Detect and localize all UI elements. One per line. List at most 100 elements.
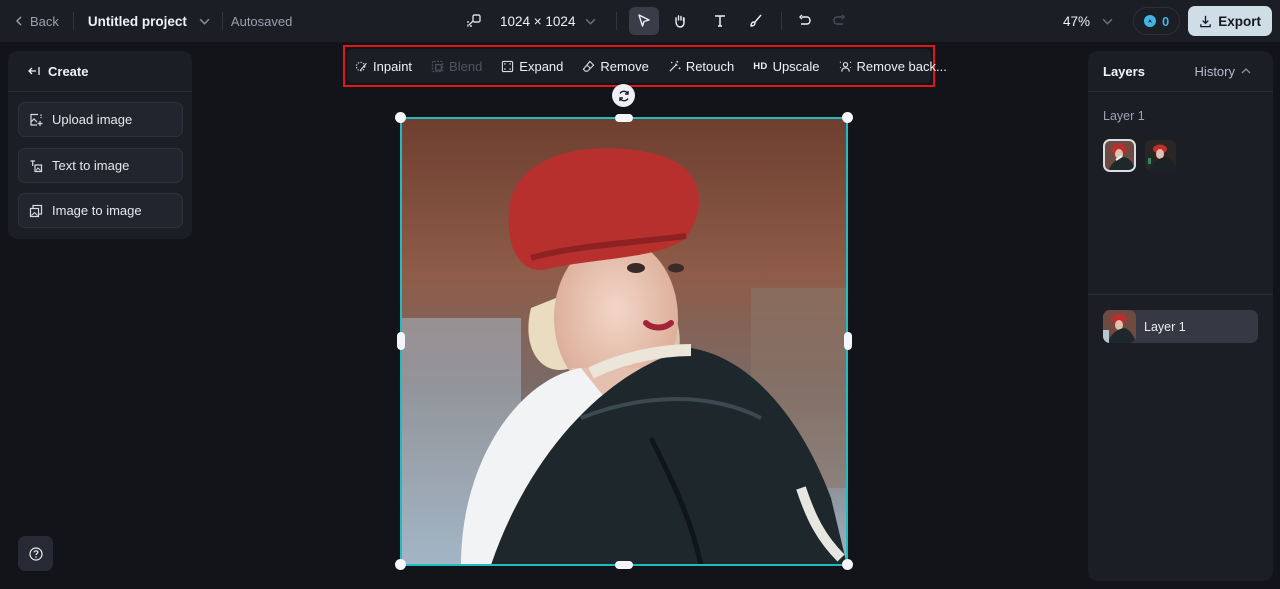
- resize-canvas-button[interactable]: [466, 13, 482, 29]
- chevron-up-icon: [1241, 68, 1251, 74]
- credits-badge[interactable]: 0: [1133, 7, 1181, 35]
- rotate-icon: [618, 90, 629, 101]
- blend-label: Blend: [449, 58, 483, 74]
- brush-tool[interactable]: [741, 7, 771, 35]
- create-panel: Create Upload image Text to image Image …: [8, 51, 192, 239]
- redo-button[interactable]: [824, 7, 854, 35]
- redo-icon: [833, 14, 846, 25]
- collapse-left-icon: [28, 67, 40, 75]
- undo-button[interactable]: [790, 7, 820, 35]
- image-to-image-label: Image to image: [52, 203, 142, 218]
- hd-icon: HD: [753, 60, 768, 72]
- remove-button[interactable]: Remove: [582, 58, 649, 74]
- layer-version-thumbnail[interactable]: [1145, 140, 1176, 171]
- help-button[interactable]: [18, 536, 53, 571]
- selection-box: [400, 117, 848, 566]
- zoom-level: 47%: [1062, 13, 1090, 29]
- upload-image-label: Upload image: [52, 112, 133, 127]
- layer-group-label: Layer 1: [1103, 109, 1145, 123]
- project-name: Untitled project: [87, 13, 187, 29]
- create-panel-title: Create: [48, 63, 89, 79]
- text-to-image-button[interactable]: Text to image: [18, 148, 183, 183]
- chevron-down-icon: [586, 18, 596, 25]
- resize-handle-right[interactable]: [844, 332, 852, 350]
- resize-handle-top-left[interactable]: [395, 112, 406, 123]
- inpaint-icon: [355, 61, 367, 71]
- canvas-size: 1024 × 1024: [500, 13, 576, 29]
- select-tool[interactable]: [629, 7, 660, 35]
- zoom-dropdown[interactable]: 47%: [1063, 14, 1113, 29]
- layer-version-thumbnail[interactable]: [1103, 139, 1136, 172]
- layer-name: Layer 1: [1144, 319, 1186, 334]
- resize-handle-left[interactable]: [397, 332, 405, 350]
- retouch-button[interactable]: Retouch: [668, 59, 734, 74]
- resize-handle-bottom-left[interactable]: [395, 559, 406, 570]
- remove-label: Remove: [600, 58, 649, 74]
- top-bar: Back Untitled project Autosaved 1024 × 1…: [0, 0, 1280, 42]
- undo-icon: [799, 14, 812, 25]
- image-to-image-icon: [29, 204, 43, 217]
- chevron-down-icon: [1102, 18, 1113, 25]
- chevron-down-icon: [199, 18, 210, 25]
- export-button[interactable]: Export: [1188, 6, 1272, 36]
- canvas-size-dropdown[interactable]: 1024 × 1024: [500, 14, 596, 29]
- text-tool[interactable]: [705, 7, 735, 35]
- divider: [781, 12, 783, 30]
- hand-icon: [675, 15, 686, 28]
- resize-icon: [467, 14, 481, 27]
- resize-handle-bottom[interactable]: [615, 561, 633, 569]
- brush-icon: [750, 14, 762, 27]
- back-label: Back: [30, 13, 59, 29]
- text-icon: [715, 15, 726, 27]
- expand-button[interactable]: Expand: [501, 59, 563, 74]
- layers-tab[interactable]: Layers: [1103, 64, 1145, 79]
- image-to-image-button[interactable]: Image to image: [18, 193, 183, 228]
- expand-icon: [502, 60, 514, 72]
- text-to-image-icon: [30, 159, 43, 172]
- divider: [72, 12, 74, 30]
- resize-handle-top-right[interactable]: [842, 112, 853, 123]
- divider: [616, 12, 618, 30]
- blend-icon: [431, 60, 444, 72]
- upload-image-button[interactable]: Upload image: [18, 102, 183, 137]
- blend-button[interactable]: Blend: [431, 59, 482, 74]
- history-toggle[interactable]: History: [1195, 64, 1251, 79]
- thumbnail-image: [1103, 310, 1136, 343]
- chevron-left-icon: [16, 16, 22, 26]
- expand-label: Expand: [519, 58, 564, 74]
- thumbnail-image: [1145, 140, 1176, 171]
- divider: [1088, 294, 1273, 295]
- image-edit-toolbar: Inpaint Blend Expand Remove Retouch HD U…: [343, 45, 947, 87]
- credits-count: 0: [1162, 13, 1170, 29]
- layer-thumbnail: [1103, 310, 1136, 343]
- magic-wand-icon: [669, 60, 681, 72]
- remove-background-button[interactable]: Remove back...: [839, 59, 947, 74]
- layers-panel: Layers History Layer 1 Layer 1: [1088, 51, 1273, 581]
- resize-handle-top[interactable]: [615, 114, 633, 122]
- rotate-handle[interactable]: [612, 84, 635, 107]
- back-button[interactable]: Back: [14, 14, 59, 29]
- inpaint-button[interactable]: Inpaint: [355, 59, 412, 74]
- upscale-label: Upscale: [772, 58, 820, 74]
- retouch-label: Retouch: [685, 58, 735, 74]
- export-label: Export: [1218, 13, 1261, 29]
- upscale-button[interactable]: HD Upscale: [753, 59, 819, 74]
- inpaint-label: Inpaint: [373, 58, 413, 74]
- layer-item[interactable]: Layer 1: [1103, 310, 1258, 343]
- resize-handle-bottom-right[interactable]: [842, 559, 853, 570]
- text-to-image-label: Text to image: [52, 158, 130, 173]
- remove-background-icon: [839, 61, 851, 72]
- upload-image-icon: [30, 113, 43, 126]
- create-panel-header[interactable]: Create: [8, 51, 192, 92]
- thumbnail-image: [1104, 140, 1135, 171]
- remove-background-label: Remove back...: [856, 58, 947, 74]
- cursor-icon: [638, 14, 651, 27]
- project-name-dropdown[interactable]: Untitled project: [88, 14, 210, 29]
- autosave-status: Autosaved: [230, 13, 293, 29]
- download-icon: [1200, 15, 1212, 27]
- history-label: History: [1194, 63, 1235, 79]
- hand-tool[interactable]: [665, 7, 695, 35]
- eraser-icon: [583, 60, 595, 72]
- divider: [221, 12, 223, 30]
- credit-coin-icon: [1144, 15, 1156, 27]
